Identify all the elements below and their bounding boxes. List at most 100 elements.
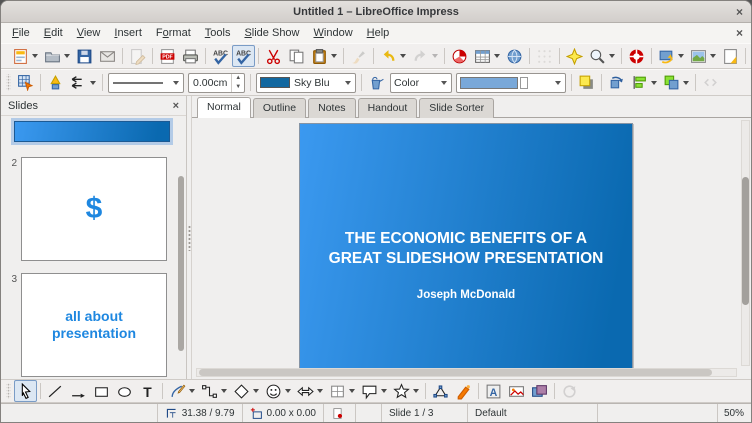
zoom-level-field[interactable]: 50% [717,404,751,422]
hyperlink-globe-button[interactable] [503,45,526,67]
menu-file[interactable]: File [5,25,37,41]
fill-color-combobox[interactable] [456,72,566,93]
menu-window[interactable]: Window [307,25,360,41]
window-close-button[interactable]: × [736,6,743,18]
slide-thumbnail-3[interactable]: all about presentation [21,273,167,377]
tab-handout[interactable]: Handout [357,98,418,118]
dropdown-arrow-icon[interactable] [651,80,657,85]
slide-count-field[interactable]: Slide 1 / 3 [381,404,467,422]
tab-slide-sorter[interactable]: Slide Sorter [419,98,495,118]
dropdown-arrow-icon[interactable] [432,54,438,58]
connector-button[interactable] [198,380,230,402]
cursor-position-field[interactable]: 31.38 / 9.79 [156,404,242,422]
undo-arrow-button[interactable] [377,45,409,67]
slide-layout-button[interactable] [687,45,719,67]
navigator-star-button[interactable] [563,45,586,67]
dropdown-arrow-icon[interactable] [349,389,355,393]
dropdown-arrow-icon[interactable] [683,80,689,85]
shadow-button[interactable] [575,72,598,94]
chart-pie-button[interactable] [448,45,471,67]
curve-button[interactable] [166,380,198,402]
align-objects-button[interactable] [628,72,660,94]
menu-view[interactable]: View [70,25,108,41]
new-slide-button[interactable] [655,45,687,67]
dropdown-arrow-icon[interactable] [90,80,96,85]
line-style-combobox[interactable] [108,72,184,93]
save-floppy-button[interactable] [73,45,96,67]
slide-thumbnail-1[interactable] [11,118,173,145]
dropdown-arrow-icon[interactable] [413,389,419,393]
dropdown-arrow-icon[interactable] [609,54,615,58]
dropdown-arrow-icon[interactable] [285,389,291,393]
dropdown-arrow-icon[interactable] [221,389,227,393]
cut-scissors-button[interactable] [262,45,285,67]
table-grid-button[interactable] [471,45,503,67]
dropdown-arrow-icon[interactable] [494,54,500,58]
slide-canvas[interactable]: THE ECONOMIC BENEFITS OF A GREAT SLIDESH… [299,123,633,371]
help-lifebuoy-button[interactable] [625,45,648,67]
dropdown-arrow-icon[interactable] [253,389,259,393]
dropdown-arrow-icon[interactable] [381,389,387,393]
area-fill-button[interactable] [365,72,388,94]
stars-button[interactable] [390,380,422,402]
spin-down-icon[interactable]: ▼ [232,83,244,92]
panel-scrollbar-thumb[interactable] [178,176,184,351]
email-envelope-button[interactable] [96,45,119,67]
arrange-objects-button[interactable] [660,72,692,94]
callouts-button[interactable] [358,380,390,402]
dropdown-arrow-icon[interactable] [64,54,70,58]
fill-type-combobox[interactable]: Color [390,72,452,93]
slides-panel-close-button[interactable]: × [173,100,179,112]
spinner-buttons[interactable]: ▲ ▼ [231,73,244,92]
vertical-scrollbar-thumb[interactable] [742,177,749,305]
slide-title[interactable]: THE ECONOMIC BENEFITS OF A GREAT SLIDESH… [329,229,604,270]
export-pdf-button[interactable]: PDF [156,45,179,67]
spin-up-icon[interactable]: ▲ [232,74,244,83]
dropdown-arrow-icon[interactable] [317,389,323,393]
spelling-check-button[interactable]: ABC [209,45,232,67]
slide-subtitle[interactable]: Joseph McDonald [417,289,515,301]
dropdown-arrow-icon[interactable] [32,54,38,58]
page-style-field[interactable]: Default [467,404,597,422]
points-button[interactable] [429,380,452,402]
flowchart-button[interactable] [326,380,358,402]
arrowheads-button[interactable] [44,72,67,94]
dropdown-arrow-icon[interactable] [400,54,406,58]
dropdown-arrow-icon[interactable] [710,54,716,58]
menu-edit[interactable]: Edit [37,25,70,41]
dropdown-arrow-icon[interactable] [331,54,337,58]
line-color-combobox[interactable]: Sky Blu [256,72,356,93]
toolbar-drag-handle[interactable] [6,73,11,92]
horizontal-scrollbar[interactable] [196,368,737,377]
ellipse-button[interactable] [113,380,136,402]
line-ends-arrow-button[interactable] [67,380,90,402]
slide-design-button[interactable] [719,45,742,67]
symbol-shapes-button[interactable] [262,380,294,402]
line-button[interactable] [44,380,67,402]
insert-image-button[interactable] [505,380,528,402]
fontwork-button[interactable]: A [482,380,505,402]
menu-slide-show[interactable]: Slide Show [237,25,306,41]
dropdown-arrow-icon[interactable] [189,389,195,393]
dropdown-arrow-icon[interactable] [678,54,684,58]
print-button[interactable] [179,45,202,67]
auto-spellcheck-button[interactable]: ABC [232,45,255,67]
arrow-style-button[interactable] [67,72,99,94]
horizontal-scrollbar-thumb[interactable] [199,369,712,376]
line-width-spinner[interactable]: 0.00cm ▲ ▼ [188,72,245,93]
copy-button[interactable] [285,45,308,67]
menu-format[interactable]: Format [149,25,198,41]
paste-clipboard-button[interactable] [308,45,340,67]
tab-notes[interactable]: Notes [308,98,356,118]
toolbar-drag-handle[interactable] [6,383,11,399]
panel-scrollbar[interactable] [177,116,185,379]
rotate-shape-button[interactable] [605,72,628,94]
block-arrows-button[interactable] [294,380,326,402]
text-box-button[interactable]: T [136,380,159,402]
slide-thumbnail-2[interactable]: $ [21,157,167,261]
edit-points-button[interactable] [14,72,37,94]
object-size-field[interactable]: 0.00 x 0.00 [241,404,323,422]
basic-shapes-button[interactable] [230,380,262,402]
select-arrow-button[interactable] [14,380,37,402]
new-presentation-button[interactable] [9,45,41,67]
